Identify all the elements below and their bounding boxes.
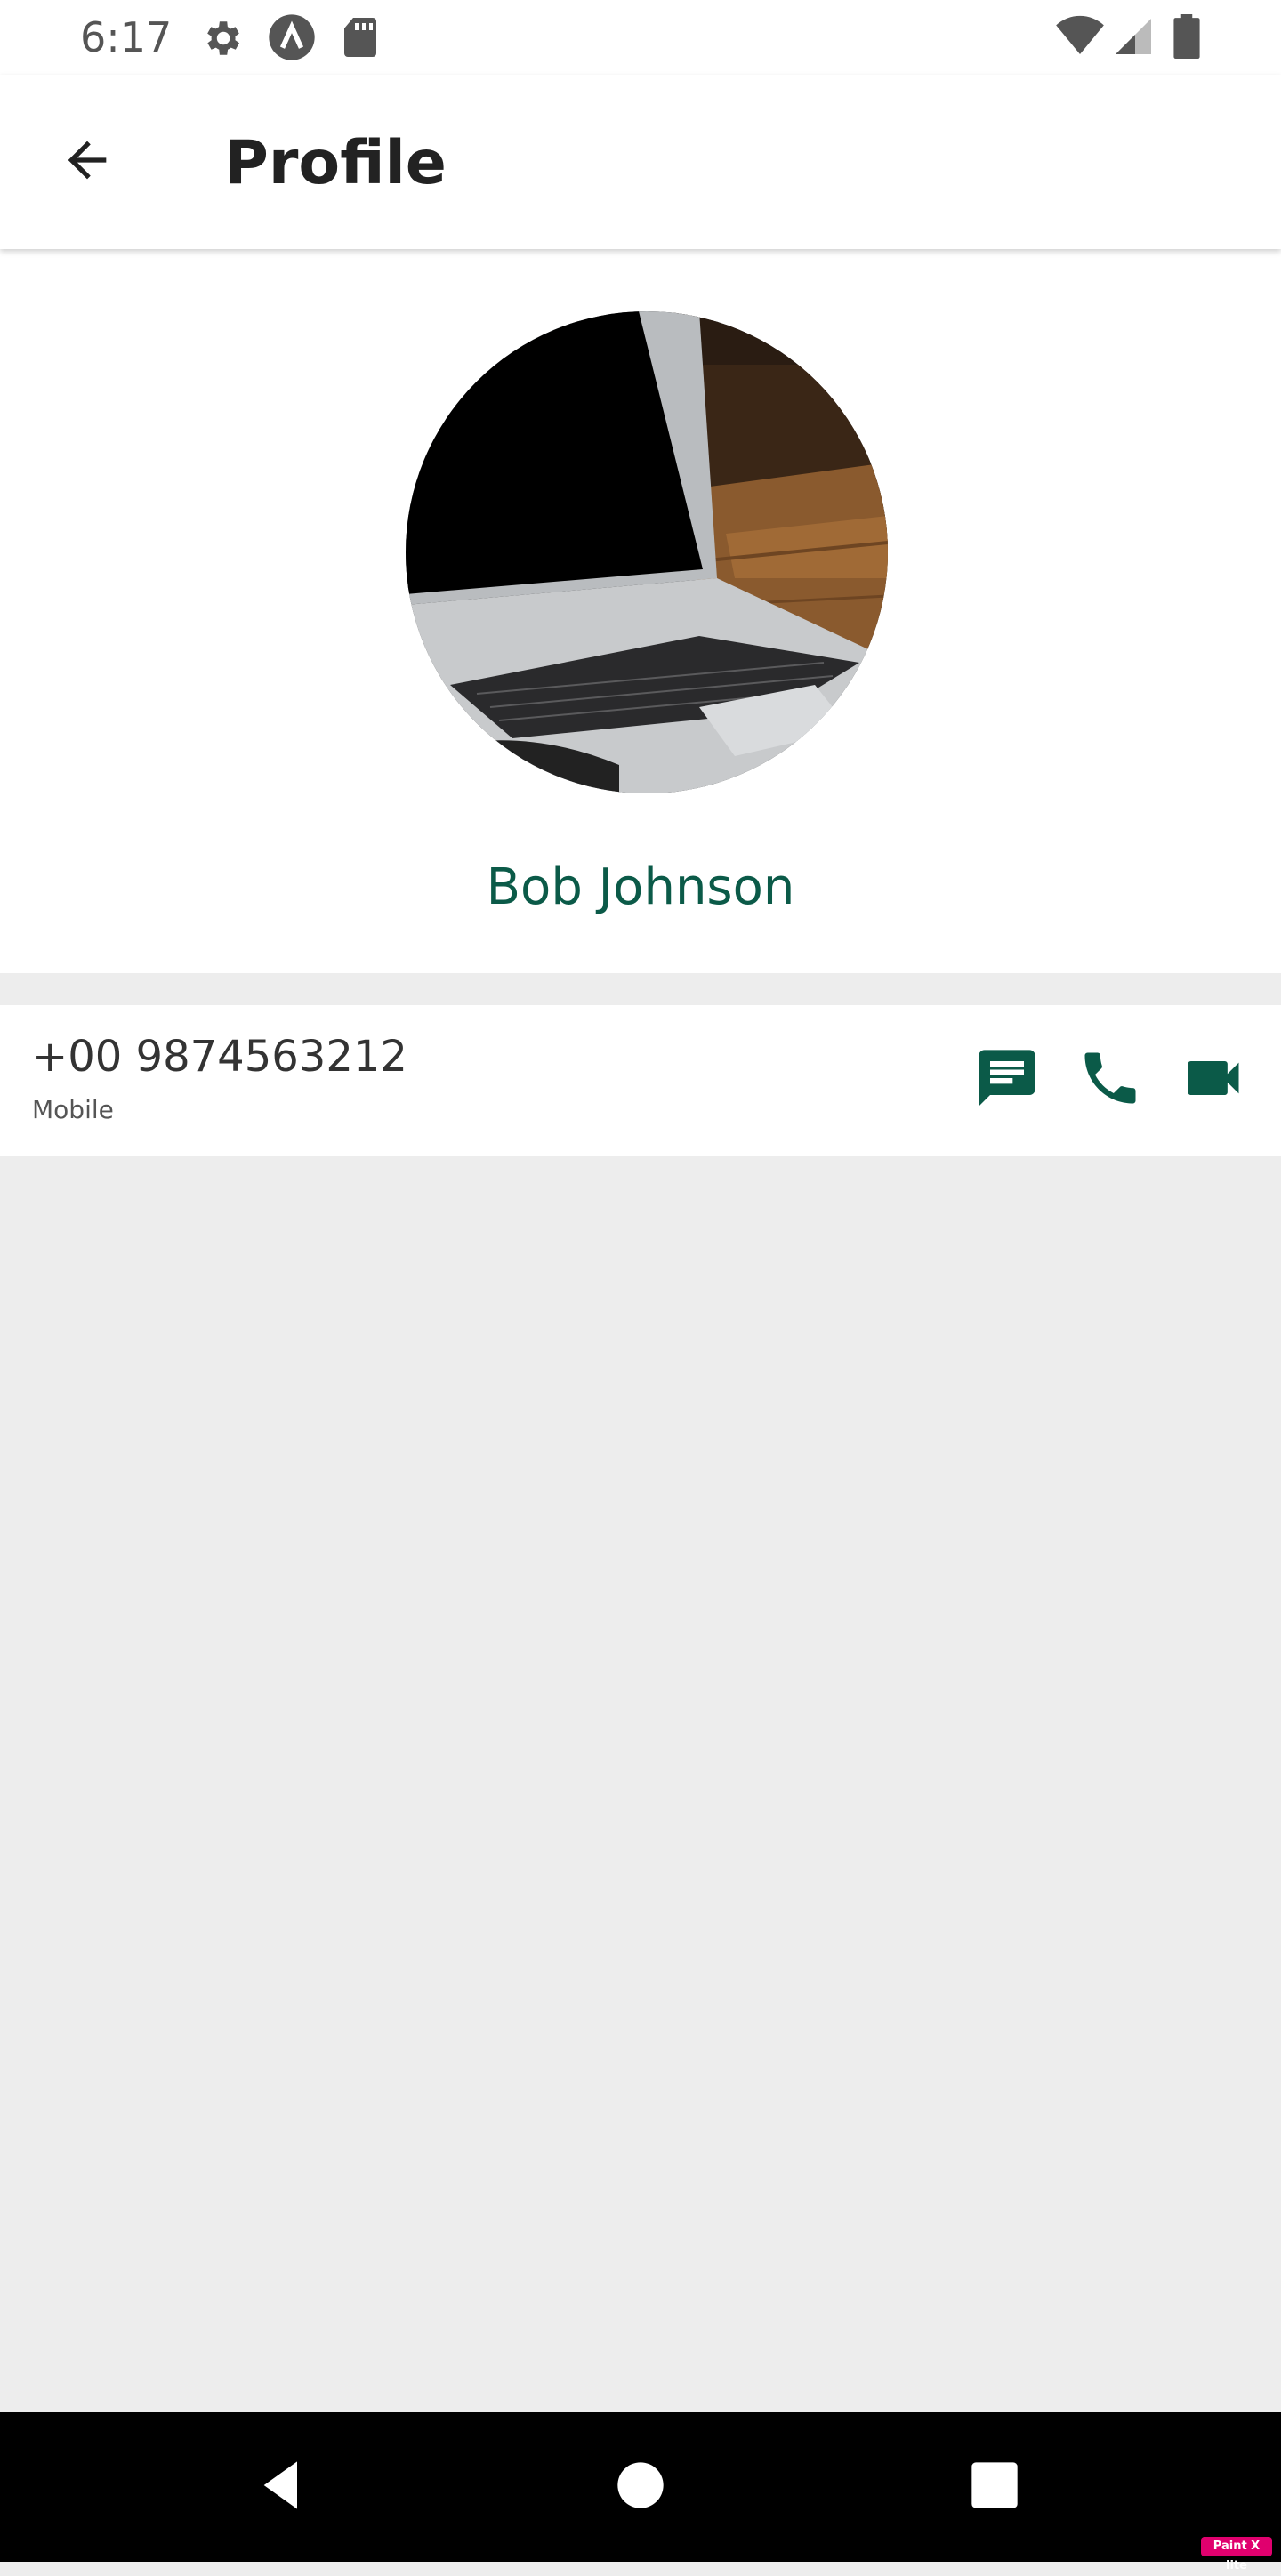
watermark-badge: Paint X lite <box>1201 2537 1272 2572</box>
avatar[interactable] <box>406 311 888 793</box>
page-title: Profile <box>224 128 447 198</box>
status-time: 6:17 <box>80 13 173 61</box>
status-bar: 6:17 <box>0 0 1281 75</box>
app-bar: Profile <box>0 75 1281 249</box>
settings-icon <box>199 16 244 64</box>
back-button[interactable] <box>44 119 130 205</box>
video-call-button[interactable] <box>1171 1037 1256 1123</box>
wifi-icon <box>1055 14 1105 60</box>
system-nav-bar <box>0 2412 1281 2562</box>
recents-square-icon <box>970 2460 1019 2514</box>
battery-icon <box>1172 14 1201 62</box>
message-icon <box>973 1044 1041 1115</box>
sd-card-icon <box>340 16 381 62</box>
phone-icon <box>1076 1044 1144 1115</box>
profile-card: Bob Johnson <box>0 249 1281 973</box>
profile-name: Bob Johnson <box>486 858 795 916</box>
home-circle-icon <box>616 2460 665 2514</box>
laptop-photo <box>406 311 888 793</box>
phone-type-label: Mobile <box>32 1095 114 1124</box>
nav-recents-button[interactable] <box>950 2443 1039 2532</box>
contact-row[interactable]: +00 9874563212 Mobile <box>0 1005 1281 1156</box>
cell-signal-icon <box>1114 16 1153 60</box>
nav-home-button[interactable] <box>596 2443 685 2532</box>
nav-back-button[interactable] <box>238 2443 327 2532</box>
arrow-left-icon <box>59 132 116 192</box>
a-circle-icon <box>267 12 317 66</box>
back-triangle-icon <box>254 2457 311 2517</box>
video-call-icon <box>1180 1044 1247 1115</box>
message-button[interactable] <box>964 1037 1050 1123</box>
phone-number: +00 9874563212 <box>32 1032 407 1082</box>
call-button[interactable] <box>1068 1037 1153 1123</box>
